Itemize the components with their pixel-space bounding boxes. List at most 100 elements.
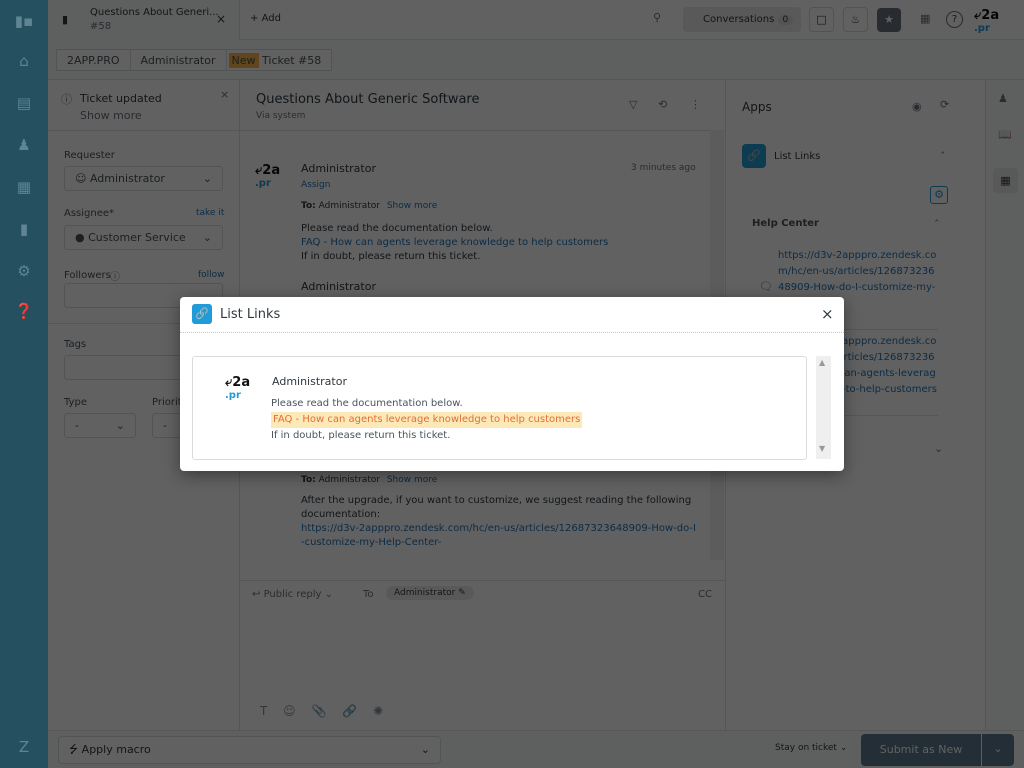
author-avatar: ⤶2a .pr — [255, 163, 281, 189]
link-card: ⤶2a .pr Administrator Please read the doc… — [192, 356, 807, 460]
to-label: To — [363, 589, 374, 600]
products-grid-icon[interactable]: ▦ — [920, 12, 930, 25]
chevron-down-icon: ⌄ — [202, 231, 212, 244]
chevron-down-icon[interactable]: ⌄ — [934, 442, 943, 455]
ticket-number: Ticket #58 — [262, 54, 322, 67]
ticket-channel: Via system — [256, 111, 306, 121]
text-format-icon[interactable]: T — [260, 704, 267, 718]
emoji-icon[interactable]: ☺ — [283, 704, 296, 718]
history-icon[interactable]: ⟲ — [658, 98, 667, 111]
type-label: Type — [64, 397, 87, 408]
modal-title: List Links — [220, 307, 281, 322]
scroll-up-icon[interactable]: ▲ — [819, 358, 825, 367]
profile-avatar[interactable]: ⤶2a .pr — [974, 9, 999, 35]
comment-icon[interactable]: 🗨 — [759, 280, 773, 293]
edit-pencil-icon[interactable]: ✎ — [458, 588, 466, 598]
chevron-up-icon[interactable]: ˆ — [934, 218, 940, 231]
type-select[interactable]: - ⌄ — [64, 413, 136, 438]
modal-scrollbar[interactable]: ▲ ▼ — [816, 356, 831, 459]
apps-grid-icon[interactable]: ▦ — [993, 168, 1018, 193]
assign-link[interactable]: Assign — [301, 180, 330, 190]
message-text: Please read the documentation below. — [301, 223, 493, 234]
cc-button[interactable]: CC — [698, 589, 712, 600]
user-icon[interactable]: ♟ — [998, 92, 1008, 105]
attachment-icon[interactable]: 📎 — [312, 704, 327, 718]
search-icon[interactable]: ⚲ — [653, 11, 661, 24]
stay-on-ticket-select[interactable]: Stay on ticket ⌄ — [775, 743, 847, 753]
chevron-up-icon[interactable]: ˆ — [940, 150, 946, 163]
context-rail: ♟ 📖 ▦ — [985, 80, 1024, 730]
group-icon: ● — [75, 231, 85, 244]
close-notice-icon[interactable]: × — [220, 88, 229, 101]
conversations-label: Conversations — [703, 14, 775, 25]
assignee-select[interactable]: ● Customer Service ⌄ — [64, 225, 223, 250]
highlighted-link[interactable]: FAQ - How can agents leverage knowledge … — [271, 412, 583, 428]
to-value: Administrator — [318, 475, 380, 485]
card-author: Administrator — [272, 375, 347, 388]
app-name: List Links — [774, 151, 821, 162]
reply-textarea[interactable] — [246, 616, 711, 696]
take-it-link[interactable]: take it — [196, 208, 224, 218]
reply-type-select[interactable]: ↩ Public reply ⌄ — [252, 589, 333, 600]
show-more-link[interactable]: Show more — [387, 475, 437, 485]
article-link[interactable]: https://d3v-2apppro.zendesk.com/hc/en-us… — [301, 522, 696, 550]
recipient-pill[interactable]: Administrator ✎ — [386, 586, 474, 600]
list-links-modal: 🔗 List Links × ⤶2a .pr Administrator Plea… — [180, 297, 844, 471]
add-tab-button[interactable]: + Add — [250, 13, 281, 24]
chat-icon[interactable]: □ — [809, 7, 834, 32]
eye-icon[interactable]: ◉ — [912, 100, 922, 113]
assignee-value: Customer Service — [88, 231, 186, 244]
close-tab-icon[interactable]: × — [216, 12, 226, 26]
more-options-icon[interactable]: ⋮ — [690, 98, 701, 111]
ticket-tab[interactable]: ▮ Questions About Generi... #58 × — [48, 0, 240, 40]
help-icon[interactable]: ? — [946, 11, 963, 28]
assignee-label: Assignee* — [64, 208, 115, 219]
show-more-link[interactable]: Show more — [387, 201, 437, 211]
user-avatar-icon: ☺ — [75, 172, 87, 185]
requester-label: Requester — [64, 150, 115, 161]
info-icon: ⓘ — [61, 93, 72, 106]
divider — [240, 130, 725, 131]
recipient-name: Administrator — [394, 588, 456, 598]
notifications-bell-icon[interactable]: ♨ — [843, 7, 868, 32]
list-links-app-icon: 🔗 — [192, 304, 212, 324]
submit-options-chevron-icon[interactable]: ⌄ — [982, 734, 1014, 766]
add-label: Add — [261, 13, 281, 24]
top-bar: ▮ Questions About Generi... #58 × + Add … — [48, 0, 1024, 40]
apply-macro-select[interactable]: ⭍ Apply macro ⌄ — [58, 736, 441, 764]
refresh-icon[interactable]: ⟳ — [940, 98, 949, 111]
star-icon[interactable]: ★ — [877, 8, 901, 32]
chevron-down-icon: ⌄ — [115, 419, 125, 432]
conversations-count: 0 — [777, 15, 794, 25]
follow-link[interactable]: follow — [198, 270, 225, 280]
lightning-icon: ⭍ — [69, 743, 79, 756]
notice-show-more[interactable]: Show more — [80, 109, 142, 122]
requester-select[interactable]: ☺ Administrator ⌄ — [64, 166, 223, 191]
breadcrumb-ticket[interactable]: New Ticket #58 — [225, 49, 333, 71]
message-text: After the upgrade, if you want to custom… — [301, 495, 692, 520]
message-author[interactable]: Administrator — [301, 162, 376, 175]
knowledge-book-icon[interactable]: 📖 — [998, 128, 1012, 141]
filter-icon[interactable]: ▽ — [629, 98, 637, 111]
notice-title: Ticket updated — [80, 92, 162, 105]
divider — [180, 332, 844, 333]
help-center-section[interactable]: Help Center — [752, 218, 819, 229]
info-icon: ⓘ — [110, 272, 120, 283]
scroll-down-icon[interactable]: ▼ — [819, 444, 825, 453]
conversations-button[interactable]: Conversations 0 — [683, 7, 801, 32]
settings-gear-icon[interactable]: ⚙ — [930, 186, 948, 204]
breadcrumb-org[interactable]: 2APP.PRO — [56, 49, 131, 71]
link-icon[interactable]: 🔗 — [342, 704, 357, 718]
ticket-subject: Questions About Generic Software — [256, 92, 480, 107]
message-author[interactable]: Administrator — [301, 280, 376, 293]
close-modal-icon[interactable]: × — [821, 305, 834, 323]
priority-value: - — [163, 419, 167, 432]
reply-type-label: Public reply — [263, 589, 322, 600]
to-value: Administrator — [318, 201, 380, 211]
knowledge-icon[interactable]: ✺ — [373, 704, 383, 718]
submit-button[interactable]: Submit as New — [861, 734, 981, 766]
breadcrumb-user[interactable]: Administrator — [129, 49, 227, 71]
to-label: To: — [301, 201, 316, 211]
divider — [48, 130, 240, 131]
faq-link[interactable]: FAQ - How can agents leverage knowledge … — [301, 236, 701, 250]
